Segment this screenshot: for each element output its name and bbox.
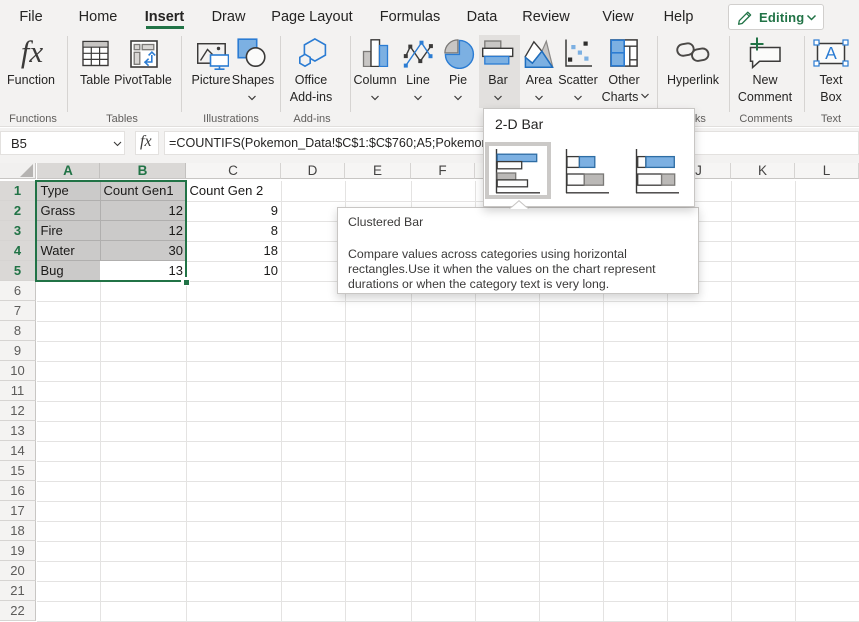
svg-text:A: A <box>825 43 837 63</box>
